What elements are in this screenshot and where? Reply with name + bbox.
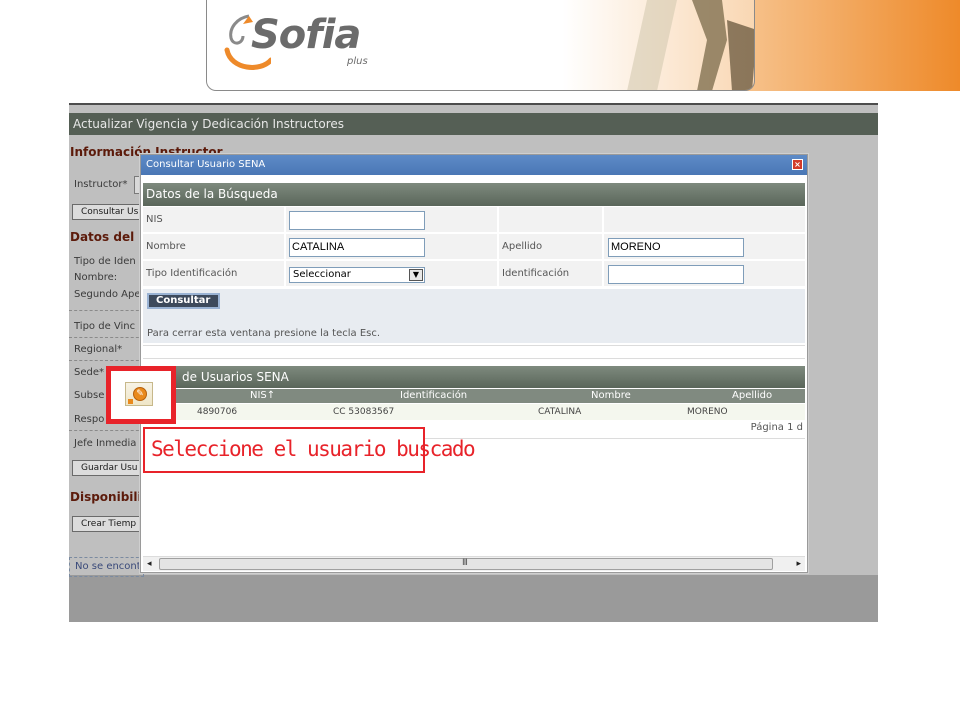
pencil-badge-icon: ✎	[133, 387, 147, 401]
column-header-nis[interactable]: NIS↑	[250, 389, 275, 403]
consultar-usuario-dialog: Consultar Usuario SENA × Datos de la Bús…	[140, 154, 808, 573]
empty-cell	[499, 207, 604, 233]
apellido-label: Apellido	[499, 234, 604, 260]
scrollbar-thumb[interactable]: III	[159, 558, 773, 570]
scroll-left-icon[interactable]: ◂	[147, 559, 152, 569]
results-table-header: NIS↑ Identificación Nombre Apellido	[143, 389, 805, 403]
segundo-apellido-label: Segundo Ape	[74, 289, 141, 300]
form-row-nombre: Nombre Apellido CATALINA MORENO	[143, 234, 805, 260]
subsede-label: Subse	[74, 390, 105, 401]
identificacion-label: Identificación	[499, 261, 604, 287]
nombre-label: Nombre:	[74, 272, 118, 283]
banner-decoration-icon	[627, 0, 754, 90]
empty-cell	[604, 207, 805, 233]
dialog-title: Consultar Usuario SENA	[146, 159, 266, 170]
tipo-identificacion-select[interactable]: Seleccionar ▼	[289, 267, 425, 283]
horizontal-scrollbar[interactable]: ◂ III ▸	[143, 556, 805, 571]
form-row-nis: NIS	[143, 207, 805, 233]
section-datos-instructor: Datos del Ir	[70, 230, 149, 244]
section-disponibilidad: Disponibilid	[70, 490, 151, 504]
pagination-text: Página 1 d	[750, 422, 803, 433]
chevron-down-icon[interactable]: ▼	[409, 269, 423, 281]
tipo-vinculacion-label: Tipo de Vinc	[74, 321, 136, 332]
tipo-identificacion-value: Seleccionar	[293, 269, 351, 280]
cell-nombre: CATALINA	[538, 407, 582, 417]
dialog-titlebar[interactable]: Consultar Usuario SENA ×	[141, 155, 807, 175]
column-header-identificacion[interactable]: Identificación	[400, 389, 467, 403]
callout-label: Seleccione el usuario buscado	[143, 427, 476, 473]
scroll-right-icon[interactable]: ▸	[796, 559, 801, 569]
corner-marker-icon	[128, 399, 133, 404]
nis-input[interactable]	[289, 211, 425, 230]
form-row-identificacion: Tipo Identificación Identificación Selec…	[143, 261, 805, 287]
cell-identificacion: CC 53083567	[333, 407, 395, 417]
nombre-label: Nombre	[143, 234, 286, 260]
search-actions: Consultar Para cerrar esta ventana presi…	[143, 289, 805, 343]
nis-label: NIS	[143, 207, 286, 233]
tipo-identificacion-label: Tipo de Iden	[74, 256, 136, 267]
row-divider	[69, 310, 144, 311]
logo-subtext: plus	[347, 56, 368, 67]
instructor-label: Instructor*	[74, 179, 128, 190]
search-section-header: Datos de la Búsqueda	[143, 183, 805, 206]
guardar-usuario-button[interactable]: Guardar Usu	[72, 460, 144, 476]
row-divider	[69, 360, 144, 361]
jefe-inmediato-label: Jefe Inmedia	[74, 438, 137, 449]
consultar-usuario-button[interactable]: Consultar Us	[72, 204, 144, 220]
callout-highlight: ✎	[106, 366, 176, 424]
results-section-header: de Usuarios SENA	[143, 366, 805, 388]
identificacion-input[interactable]	[608, 265, 744, 284]
column-header-apellido[interactable]: Apellido	[732, 389, 772, 403]
tipo-identificacion-label: Tipo Identificación	[143, 261, 286, 287]
sede-label: Sede*	[74, 367, 104, 378]
row-divider	[69, 337, 144, 338]
select-pencil-icon[interactable]: ✎	[125, 382, 153, 406]
column-header-nombre[interactable]: Nombre	[591, 389, 631, 403]
no-results-message: No se encont	[69, 557, 144, 577]
crear-tiempo-button[interactable]: Crear Tiemp	[72, 516, 144, 532]
cell-apellido: MORENO	[687, 407, 728, 417]
table-row[interactable]: 4890706 CC 53083567 CATALINA MORENO	[143, 404, 805, 420]
close-hint-text: Para cerrar esta ventana presione la tec…	[147, 328, 381, 339]
responsable-label: Respo	[74, 414, 105, 425]
row-divider	[69, 430, 144, 431]
close-icon[interactable]: ×	[792, 159, 803, 170]
scrollbar-grip: III	[462, 558, 468, 568]
apellido-input[interactable]: MORENO	[608, 238, 744, 257]
section-divider	[143, 345, 805, 359]
cell-nis: 4890706	[197, 407, 238, 417]
consultar-button[interactable]: Consultar	[147, 293, 220, 309]
logo-text: Sofia	[251, 12, 361, 58]
app-title: Actualizar Vigencia y Dedicación Instruc…	[69, 113, 878, 135]
regional-label: Regional*	[74, 344, 123, 355]
header-banner: Sofia plus	[206, 0, 755, 91]
nombre-input[interactable]: CATALINA	[289, 238, 425, 257]
